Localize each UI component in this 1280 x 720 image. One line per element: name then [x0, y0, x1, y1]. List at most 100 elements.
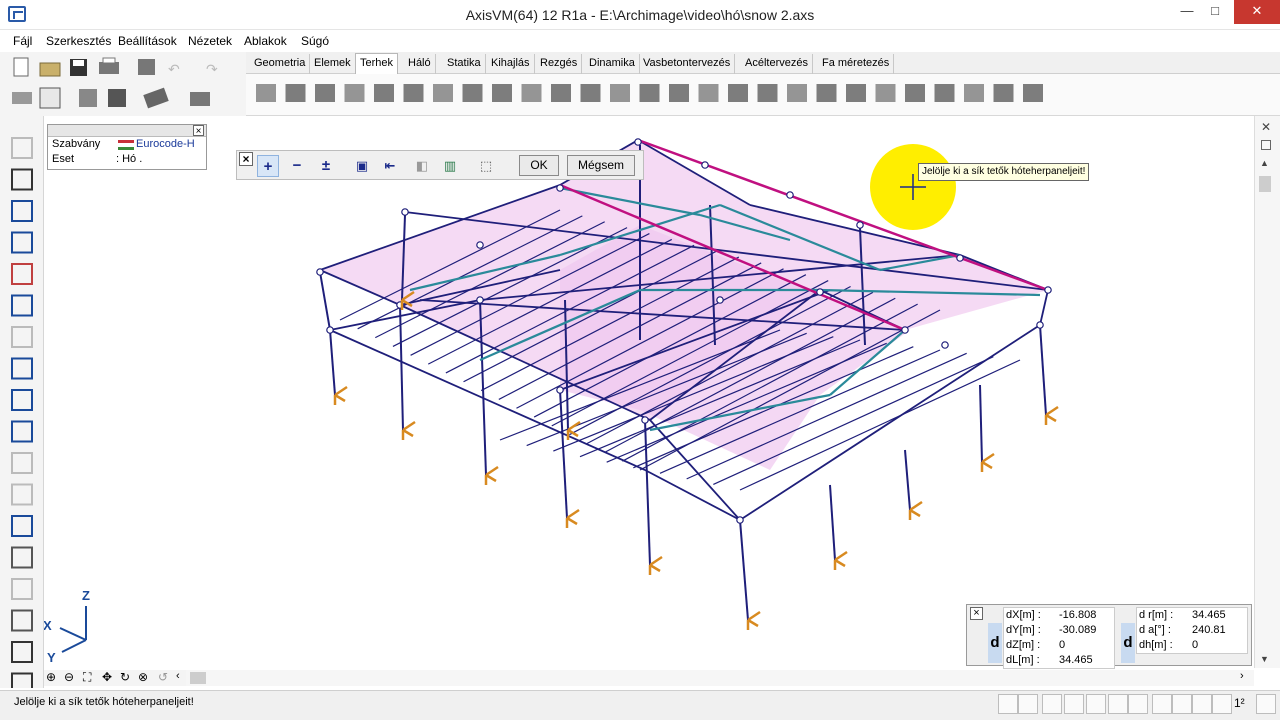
cancel-button[interactable]: Mégsem [567, 155, 635, 176]
node-15[interactable] [641, 416, 649, 424]
select-all-icon[interactable]: ▣ [351, 155, 373, 177]
tab-rezges[interactable]: Rezgés [536, 54, 583, 74]
nodal-load-icon[interactable] [256, 84, 276, 102]
column-7[interactable] [904, 449, 911, 511]
node-20[interactable] [716, 296, 724, 304]
node-2[interactable] [476, 241, 484, 249]
mesh-plane-icon[interactable] [11, 483, 33, 506]
magnifier-icon[interactable] [11, 168, 33, 191]
model-viewport[interactable]: Z X Y [44, 116, 1254, 668]
column-12[interactable] [319, 271, 331, 331]
support-0[interactable] [333, 385, 348, 405]
column-5[interactable] [739, 519, 749, 621]
status-supports-icon[interactable] [1172, 694, 1192, 714]
structure-model[interactable]: Z X Y [44, 116, 1254, 668]
dimension-icon[interactable] [11, 294, 33, 317]
node-9[interactable] [1044, 286, 1052, 294]
tendon-icon[interactable] [993, 84, 1014, 102]
coord-close-button[interactable]: × [970, 607, 983, 620]
wrench-icon[interactable] [11, 672, 33, 695]
node-17[interactable] [476, 296, 484, 304]
support-displacement-icon[interactable] [610, 84, 630, 102]
influence-icon[interactable] [964, 84, 984, 102]
screenshot-icon[interactable] [190, 92, 210, 106]
stiffness-icon[interactable] [934, 84, 955, 102]
tab-terhek[interactable]: Terhek [355, 53, 399, 75]
status-view-icon[interactable] [1256, 694, 1276, 714]
panel-load-icon[interactable] [462, 84, 483, 102]
column-0[interactable] [329, 329, 336, 396]
zoom-out-icon[interactable]: ⊖ [64, 670, 74, 684]
status-table-icon[interactable] [1152, 694, 1172, 714]
tab-geometria[interactable]: Geometria [250, 54, 311, 74]
tab-kihajlas[interactable]: Kihajlás [487, 54, 535, 74]
select-parts-icon[interactable]: ▥ [439, 155, 461, 177]
rotate-transform-icon[interactable] [11, 515, 33, 537]
save-icon[interactable] [70, 59, 87, 76]
node-13[interactable] [816, 288, 824, 296]
menu-help[interactable]: Súgó [301, 34, 329, 48]
support-edit-icon[interactable] [11, 546, 33, 569]
table-icon[interactable] [79, 89, 97, 107]
wind-load-icon[interactable] [698, 84, 719, 102]
zoom-previous-icon[interactable]: ⊗ [138, 670, 148, 684]
pan-icon[interactable]: ✥ [102, 670, 112, 684]
scroll-down-arrow-icon[interactable]: ▼ [1260, 654, 1269, 664]
status-snap-icon[interactable] [1108, 694, 1128, 714]
select-add-button[interactable]: + [257, 155, 279, 177]
report-icon[interactable] [108, 89, 126, 107]
load-combination-icon[interactable] [816, 84, 837, 102]
domain-load-icon[interactable] [433, 84, 453, 102]
status-cross-icon[interactable] [998, 694, 1018, 714]
vertical-scroll-thumb[interactable] [1259, 176, 1271, 192]
column-4[interactable] [644, 419, 651, 566]
node-12[interactable] [901, 326, 909, 334]
select-previous-icon[interactable]: ⇤ [379, 155, 401, 177]
node-11[interactable] [941, 341, 949, 349]
node-6[interactable] [786, 191, 794, 199]
scroll-left-arrow-icon[interactable]: ‹ [176, 670, 180, 682]
support-8[interactable] [980, 452, 995, 472]
tab-elemek[interactable]: Elemek [310, 54, 356, 74]
tab-halo[interactable]: Háló [404, 54, 436, 74]
support-7[interactable] [908, 500, 923, 520]
node-5[interactable] [701, 161, 709, 169]
copy-icon[interactable] [11, 231, 33, 254]
menu-views[interactable]: Nézetek [188, 34, 232, 48]
column-9[interactable] [1039, 324, 1047, 416]
node-8[interactable] [956, 254, 964, 262]
horizontal-scroll-thumb[interactable] [190, 672, 206, 684]
tab-statika[interactable]: Statika [443, 54, 486, 74]
view-close-icon[interactable]: ✕ [1261, 120, 1271, 134]
mass-icon[interactable] [639, 84, 660, 102]
node-4[interactable] [634, 138, 642, 146]
ruler-icon[interactable] [11, 609, 33, 632]
dynamic-load-icon[interactable] [905, 84, 925, 102]
column-6[interactable] [829, 484, 836, 561]
menu-edit[interactable]: Szerkesztés [46, 34, 111, 48]
support-4[interactable] [648, 555, 663, 575]
distributed-load-icon[interactable] [492, 84, 512, 102]
tab-fa-meretezes[interactable]: Fa méretezés [818, 54, 895, 74]
node-16[interactable] [556, 386, 564, 394]
menu-file[interactable]: Fájl [13, 34, 32, 48]
coordinate-icon[interactable] [11, 200, 33, 222]
zoom-in-icon[interactable]: ⊕ [46, 670, 56, 684]
layers-icon[interactable] [12, 92, 32, 104]
crane-load-icon[interactable] [728, 84, 748, 102]
beam-11[interactable] [644, 469, 741, 521]
node-14[interactable] [736, 516, 744, 524]
zoom-next-icon[interactable]: ↺ [158, 670, 168, 684]
fluid-load-icon[interactable] [521, 84, 542, 102]
self-weight-icon[interactable] [551, 84, 571, 102]
edge-load-icon[interactable] [374, 84, 394, 102]
status-filter-icon[interactable] [1212, 694, 1232, 714]
open-folder-icon[interactable] [39, 62, 61, 77]
menu-windows[interactable]: Ablakok [244, 34, 287, 48]
pointer-icon[interactable] [11, 137, 33, 159]
support-9[interactable] [1044, 405, 1059, 425]
beam-9[interactable] [1039, 289, 1049, 326]
line-draw-icon[interactable] [11, 326, 33, 348]
status-angle-icon[interactable] [1128, 694, 1148, 714]
point-load-icon[interactable] [285, 84, 306, 102]
